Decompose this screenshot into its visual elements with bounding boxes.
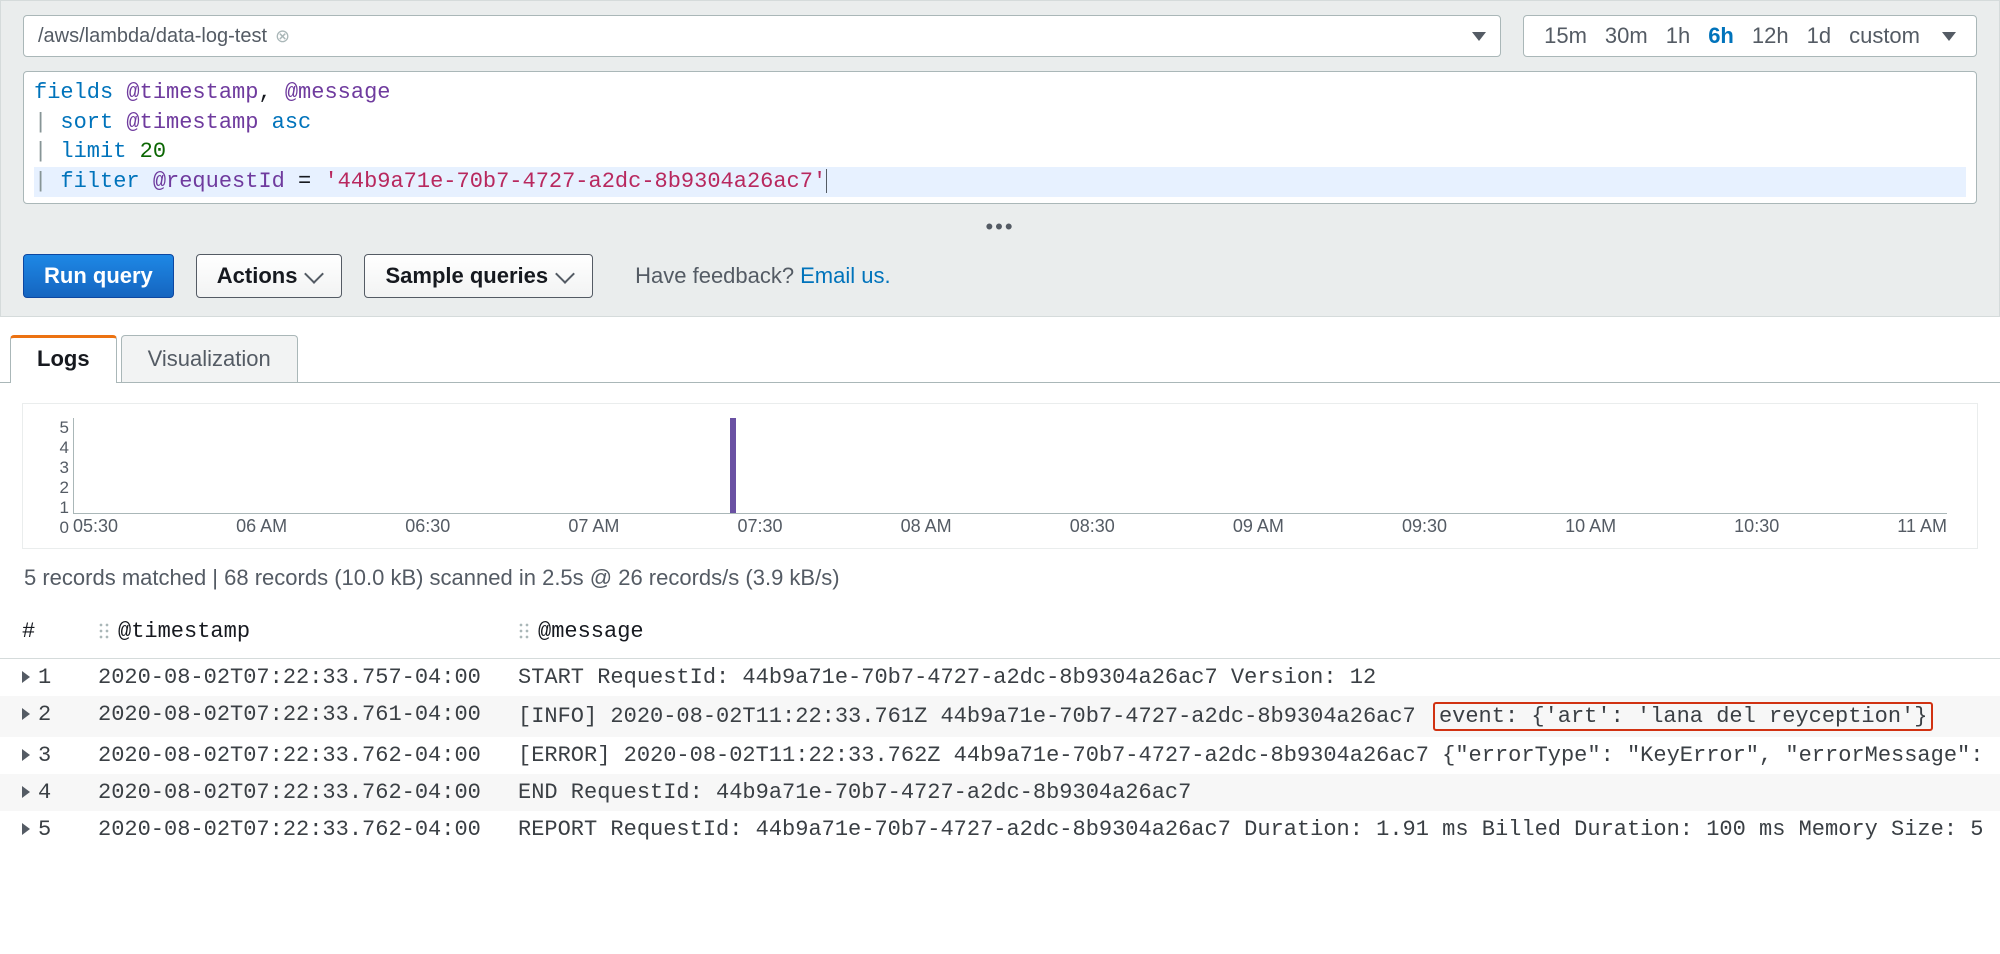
ellipsis-icon[interactable]: ••• (23, 214, 1977, 240)
histogram-chart: 543210 05:30 06 AM 06:30 07 AM 07:30 08 AM 08:… (22, 403, 1978, 549)
chevron-down-icon (555, 264, 575, 284)
cell-message: END RequestId: 44b9a71e-70b7-4727-a2dc-8… (510, 774, 2000, 811)
cell-message: [INFO] 2020-08-02T11:22:33.761Z 44b9a71e… (510, 696, 2000, 737)
remove-chip-icon[interactable]: ⊗ (275, 26, 290, 47)
column-header-timestamp[interactable]: @timestamp (90, 609, 510, 659)
cell-timestamp: 2020-08-02T07:22:33.762-04:00 (90, 811, 510, 848)
expand-row-icon[interactable] (22, 708, 30, 720)
y-tick-label: 5 (51, 418, 69, 438)
chart-plot-area (73, 418, 1947, 514)
row-index: 2 (38, 702, 51, 727)
log-group-select[interactable]: /aws/lambda/data-log-test ⊗ (23, 15, 1501, 57)
drag-handle-icon[interactable] (518, 622, 530, 640)
row-index: 5 (38, 817, 51, 842)
tab-logs[interactable]: Logs (10, 335, 117, 383)
cell-timestamp: 2020-08-02T07:22:33.762-04:00 (90, 737, 510, 774)
expand-row-icon[interactable] (22, 671, 30, 683)
query-editor[interactable]: fields @timestamp, @message| sort @times… (23, 71, 1977, 204)
cell-timestamp: 2020-08-02T07:22:33.762-04:00 (90, 774, 510, 811)
result-tabs: LogsVisualization (0, 317, 2000, 383)
y-tick-label: 2 (51, 478, 69, 498)
x-tick-label: 09 AM (1233, 516, 1284, 537)
column-header-timestamp-label: @timestamp (118, 619, 250, 644)
expand-row-icon[interactable] (22, 749, 30, 761)
tab-visualization[interactable]: Visualization (121, 335, 298, 382)
table-row[interactable]: 3 2020-08-02T07:22:33.762-04:00[ERROR] 20… (0, 737, 2000, 774)
table-row[interactable]: 5 2020-08-02T07:22:33.762-04:00REPORT Req… (0, 811, 2000, 848)
x-tick-label: 06:30 (405, 516, 450, 537)
chart-x-axis: 05:30 06 AM 06:30 07 AM 07:30 08 AM 08:30 09 AM… (73, 514, 1947, 538)
y-tick-label: 3 (51, 458, 69, 478)
time-range-option-1h[interactable]: 1h (1666, 23, 1690, 49)
time-range-option-30m[interactable]: 30m (1605, 23, 1648, 49)
run-query-button[interactable]: Run query (23, 254, 174, 298)
actions-label: Actions (217, 263, 298, 289)
x-tick-label: 11 AM (1897, 516, 1947, 537)
time-range-option-1d[interactable]: 1d (1807, 23, 1831, 49)
column-header-index[interactable]: # (0, 609, 90, 659)
chevron-down-icon (305, 264, 325, 284)
row-index: 3 (38, 743, 51, 768)
results-table: # @timestamp @message 1 2020-08-02T07:22:… (0, 609, 2000, 848)
y-tick-label: 1 (51, 498, 69, 518)
sample-queries-button[interactable]: Sample queries (364, 254, 593, 298)
time-range-option-15m[interactable]: 15m (1544, 23, 1587, 49)
x-tick-label: 05:30 (73, 516, 118, 537)
chart-y-axis: 543210 (51, 418, 69, 514)
chevron-down-icon (1472, 32, 1486, 41)
sample-queries-label: Sample queries (385, 263, 548, 289)
query-toolbar: /aws/lambda/data-log-test ⊗ 15m 30m 1h 6h 12… (0, 0, 2000, 317)
y-tick-label: 4 (51, 438, 69, 458)
x-tick-label: 06 AM (236, 516, 287, 537)
expand-row-icon[interactable] (22, 786, 30, 798)
time-range-option-custom[interactable]: custom (1849, 23, 1920, 49)
action-row: Run query Actions Sample queries Have fe… (23, 254, 1977, 298)
y-tick-label: 0 (51, 518, 69, 538)
run-query-label: Run query (44, 263, 153, 289)
table-row[interactable]: 4 2020-08-02T07:22:33.762-04:00END Reques… (0, 774, 2000, 811)
column-header-message-label: @message (538, 619, 644, 644)
cell-message: START RequestId: 44b9a71e-70b7-4727-a2dc… (510, 658, 2000, 696)
feedback-text: Have feedback? (635, 263, 794, 289)
feedback-link[interactable]: Email us. (800, 263, 890, 289)
drag-handle-icon[interactable] (98, 622, 110, 640)
x-tick-label: 07 AM (568, 516, 619, 537)
toolbar-row: /aws/lambda/data-log-test ⊗ 15m 30m 1h 6h 12… (23, 15, 1977, 57)
scan-summary: 5 records matched | 68 records (10.0 kB)… (0, 557, 2000, 609)
x-tick-label: 07:30 (737, 516, 782, 537)
log-group-label: /aws/lambda/data-log-test (38, 25, 267, 48)
actions-button[interactable]: Actions (196, 254, 343, 298)
x-tick-label: 08 AM (901, 516, 952, 537)
time-range-picker[interactable]: 15m 30m 1h 6h 12h 1d custom (1523, 15, 1977, 57)
table-row[interactable]: 1 2020-08-02T07:22:33.757-04:00START Requ… (0, 658, 2000, 696)
cell-timestamp: 2020-08-02T07:22:33.757-04:00 (90, 658, 510, 696)
highlighted-segment: event: {'art': 'lana del reyception'} (1433, 702, 1933, 731)
x-tick-label: 09:30 (1402, 516, 1447, 537)
chart-bar (730, 418, 736, 513)
row-index: 1 (38, 665, 51, 690)
cell-message: REPORT RequestId: 44b9a71e-70b7-4727-a2d… (510, 811, 2000, 848)
cell-message: [ERROR] 2020-08-02T11:22:33.762Z 44b9a71… (510, 737, 2000, 774)
column-header-message[interactable]: @message (510, 609, 2000, 659)
time-range-option-6h[interactable]: 6h (1708, 23, 1734, 49)
feedback-prompt: Have feedback? Email us. (635, 263, 890, 289)
x-tick-label: 08:30 (1070, 516, 1115, 537)
time-range-option-12h[interactable]: 12h (1752, 23, 1789, 49)
log-group-chip: /aws/lambda/data-log-test ⊗ (38, 25, 290, 48)
chevron-down-icon (1942, 32, 1956, 41)
table-row[interactable]: 2 2020-08-02T07:22:33.761-04:00[INFO] 202… (0, 696, 2000, 737)
x-tick-label: 10:30 (1734, 516, 1779, 537)
row-index: 4 (38, 780, 51, 805)
x-tick-label: 10 AM (1565, 516, 1616, 537)
cell-timestamp: 2020-08-02T07:22:33.761-04:00 (90, 696, 510, 737)
expand-row-icon[interactable] (22, 823, 30, 835)
